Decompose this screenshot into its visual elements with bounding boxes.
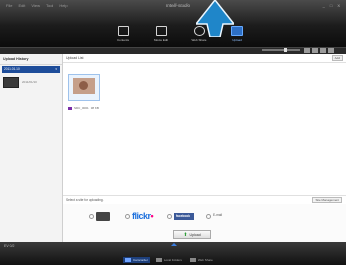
mode-label: Upload bbox=[232, 38, 242, 42]
fullscreen-icon[interactable] bbox=[328, 48, 334, 53]
sidebar-date: 2011.01.10 bbox=[4, 67, 20, 71]
site-select-bar: Select a site for uploading. Site Manage… bbox=[63, 195, 346, 204]
sidebar-history-item[interactable]: 2011/01/10 bbox=[3, 77, 59, 88]
menu-edit[interactable]: Edit bbox=[18, 3, 25, 8]
sidebar-date-group[interactable]: 2011.01.10 ▾ bbox=[2, 66, 60, 73]
zoom-slider[interactable] bbox=[262, 48, 300, 52]
folder-icon bbox=[117, 26, 129, 36]
maximize-button[interactable]: □ bbox=[330, 3, 332, 8]
radio-facebook[interactable] bbox=[167, 214, 172, 219]
collapse-arrow-icon[interactable] bbox=[171, 243, 177, 246]
upload-list-title: Upload List bbox=[66, 56, 84, 60]
sidebar: Upload History 2011.01.10 ▾ 2011/01/10 bbox=[0, 54, 63, 242]
window-controls: _ □ X bbox=[323, 3, 340, 8]
film-edit-icon bbox=[155, 26, 167, 36]
file-name: SDC_0001 bbox=[74, 106, 89, 110]
tab-camcorder[interactable]: Camcorder bbox=[123, 257, 150, 263]
slider-knob[interactable] bbox=[284, 48, 287, 52]
upload-arrow-icon: ⬆ bbox=[183, 231, 188, 238]
tab-label: Local Folders bbox=[163, 258, 182, 262]
camcorder-icon bbox=[125, 258, 131, 262]
grid-view-icon[interactable] bbox=[304, 48, 310, 53]
bottom-info: EV 0/2 bbox=[4, 244, 15, 248]
mode-label: Movie Edit bbox=[153, 38, 168, 42]
menu-view[interactable]: View bbox=[31, 3, 40, 8]
flickr-dot: • bbox=[150, 211, 154, 221]
app-window: File Edit View Tool Help Intelli-studio … bbox=[0, 0, 346, 265]
email-option[interactable]: E-mail bbox=[213, 213, 222, 217]
mode-contents[interactable]: Contents bbox=[108, 26, 138, 46]
list-view-icon[interactable] bbox=[312, 48, 318, 53]
radio-flickr[interactable] bbox=[125, 214, 130, 219]
upload-list-header: Upload List Add bbox=[63, 54, 346, 63]
photo-thumbnail bbox=[73, 78, 95, 94]
menu-file[interactable]: File bbox=[6, 3, 12, 8]
file-thumbnail-card[interactable] bbox=[68, 74, 100, 101]
tab-web-share[interactable]: Web Share bbox=[188, 257, 215, 263]
menu-help[interactable]: Help bbox=[59, 3, 67, 8]
file-type-icon bbox=[68, 106, 72, 110]
radio-email[interactable] bbox=[206, 214, 211, 219]
source-tabs: Camcorder Local Folders Web Share bbox=[123, 257, 215, 263]
sidebar-title: Upload History bbox=[0, 54, 62, 65]
tab-label: Web Share bbox=[197, 258, 213, 262]
upload-button[interactable]: ⬆ Upload bbox=[173, 230, 211, 239]
file-caption: SDC_0001 38 KB bbox=[68, 106, 99, 110]
add-button[interactable]: Add bbox=[331, 55, 343, 61]
top-bar: File Edit View Tool Help Intelli-studio … bbox=[0, 0, 346, 47]
chevron-down-icon: ▾ bbox=[55, 67, 57, 71]
upload-label: Upload bbox=[189, 232, 201, 237]
flickr-logo[interactable]: flickr• bbox=[132, 211, 154, 221]
view-mode-icons bbox=[304, 48, 334, 53]
folder-icon bbox=[155, 258, 162, 262]
mode-label: Contents bbox=[116, 38, 129, 42]
minimize-button[interactable]: _ bbox=[323, 3, 325, 8]
tab-label: Camcorder bbox=[133, 258, 148, 262]
facebook-logo[interactable]: facebook bbox=[174, 213, 194, 220]
site-select-label: Select a site for uploading. bbox=[66, 198, 104, 202]
detail-view-icon[interactable] bbox=[320, 48, 326, 53]
site-management-button[interactable]: Site Management bbox=[312, 197, 342, 203]
history-thumbnail bbox=[3, 77, 19, 88]
history-meta: 2011/01/10 bbox=[22, 80, 37, 84]
radio-youtube[interactable] bbox=[89, 214, 94, 219]
menu-tool[interactable]: Tool bbox=[46, 3, 53, 8]
menu-bar: File Edit View Tool Help bbox=[6, 3, 68, 8]
web-icon bbox=[189, 258, 196, 262]
mode-movie-edit[interactable]: Movie Edit bbox=[146, 26, 176, 46]
bottom-bar: EV 0/2 Camcorder Local Folders Web Share bbox=[0, 242, 346, 265]
close-button[interactable]: X bbox=[337, 3, 340, 8]
mode-label: Web Share bbox=[191, 38, 207, 42]
file-size: 38 KB bbox=[90, 106, 99, 110]
flickr-text: flickr bbox=[132, 211, 151, 221]
app-title: Intelli-studio bbox=[166, 3, 191, 8]
pointer-arrow-icon bbox=[196, 0, 234, 37]
main-panel: Upload List Add SDC_0001 38 KB Select a … bbox=[63, 54, 346, 242]
site-options: flickr• facebook E-mail ⬆ Upload bbox=[63, 204, 346, 242]
youtube-icon[interactable] bbox=[96, 212, 110, 221]
tab-local-folders[interactable]: Local Folders bbox=[154, 257, 184, 263]
